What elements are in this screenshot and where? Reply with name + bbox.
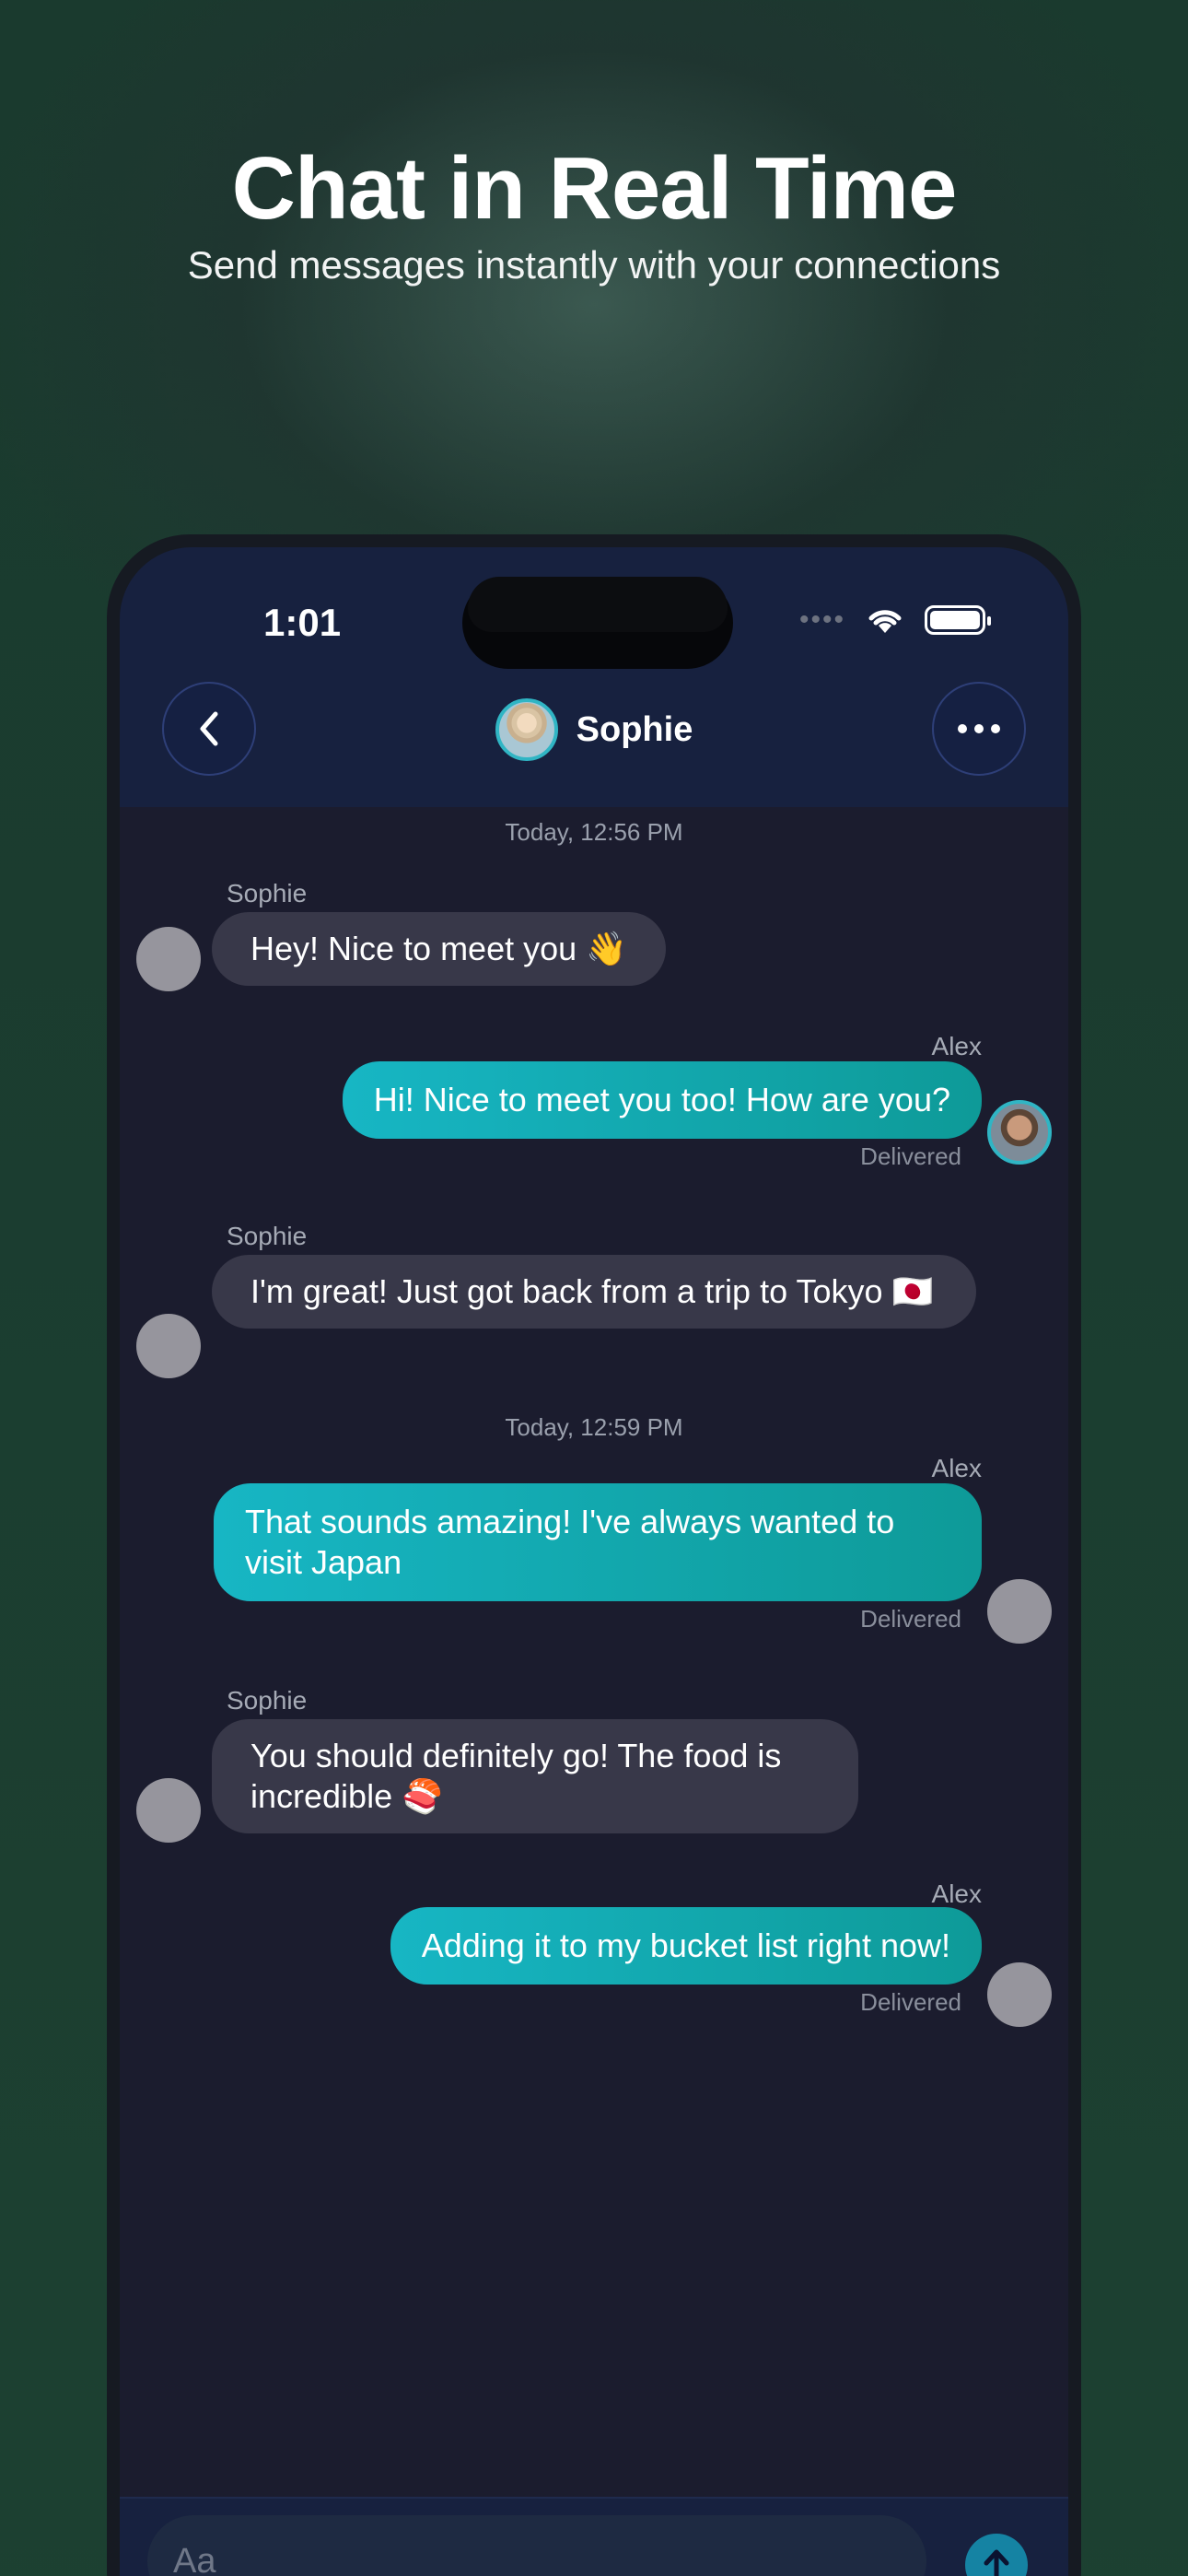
alex-avatar[interactable] (987, 1100, 1052, 1165)
chat-contact[interactable]: Sophie (120, 698, 1068, 761)
message-sender: Alex (931, 1454, 982, 1482)
delivery-status: Delivered (860, 1988, 961, 2016)
message-sender: Sophie (227, 879, 308, 907)
incoming-message[interactable]: Hey! Nice to meet you 👋 (212, 912, 666, 986)
date-separator: Today, 12:56 PM (505, 818, 683, 846)
send-button[interactable] (965, 2534, 1028, 2576)
delivery-status: Delivered (860, 1605, 961, 1633)
outgoing-message[interactable]: That sounds amazing! I've always wanted … (214, 1483, 982, 1601)
battery-icon (925, 605, 991, 635)
alex-avatar[interactable] (987, 1962, 1052, 2027)
dynamic-island (462, 577, 733, 669)
status-icons: •••• (798, 604, 991, 636)
wifi-icon (868, 610, 902, 633)
phone-frame: 1:01 •••• Sophie Today, 12:56 PM Sophie … (107, 534, 1081, 2576)
hero-subtitle: Send messages instantly with your connec… (187, 243, 1001, 287)
hero-title: Chat in Real Time (231, 139, 958, 238)
contact-avatar[interactable] (495, 698, 558, 761)
send-arrow-icon (984, 2549, 1009, 2576)
outgoing-message[interactable]: Hi! Nice to meet you too! How are you? (342, 1061, 982, 1139)
sender-avatar[interactable] (136, 1778, 201, 1843)
composer-bar: Aa (120, 2497, 1068, 2576)
alex-avatar[interactable] (987, 1579, 1052, 1644)
message-input[interactable]: Aa (147, 2515, 926, 2576)
incoming-message[interactable]: You should definitely go! The food is in… (212, 1719, 858, 1833)
chat-header-bar: 1:01 •••• Sophie (120, 547, 1068, 807)
date-separator: Today, 12:59 PM (505, 1413, 683, 1441)
phone-screen: 1:01 •••• Sophie Today, 12:56 PM Sophie … (120, 547, 1068, 2576)
message-sender: Sophie (227, 1686, 308, 1715)
more-dots-icon (958, 724, 1000, 733)
outgoing-message[interactable]: Adding it to my bucket list right now! (390, 1907, 982, 1985)
incoming-message[interactable]: I'm great! Just got back from a trip to … (212, 1255, 976, 1329)
status-time: 1:01 (263, 601, 342, 644)
more-options-button[interactable] (932, 682, 1026, 776)
delivery-status: Delivered (860, 1142, 961, 1170)
sender-avatar[interactable] (136, 1314, 201, 1378)
contact-name: Sophie (576, 709, 693, 749)
sender-avatar[interactable] (136, 927, 201, 991)
message-sender: Alex (931, 1032, 982, 1060)
hero: Chat in Real Time Send messages instantl… (0, 138, 1188, 291)
message-sender: Alex (931, 1879, 982, 1908)
signal-icon: •••• (798, 604, 845, 635)
message-sender: Sophie (227, 1222, 308, 1250)
